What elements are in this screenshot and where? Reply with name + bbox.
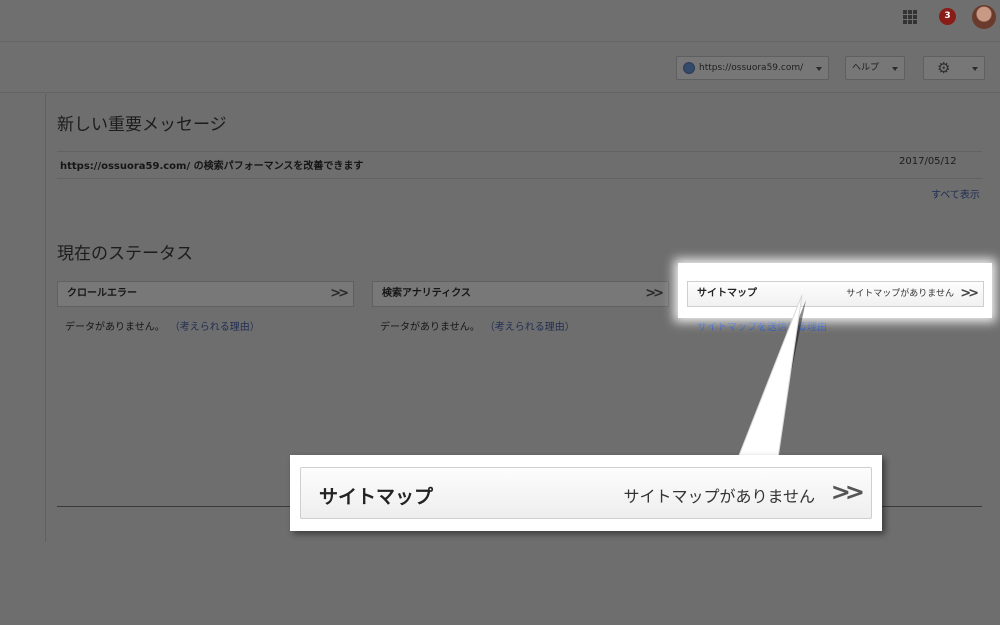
divider <box>45 94 46 542</box>
chevron-down-icon <box>972 67 978 71</box>
message-item-text[interactable]: https://ossuora59.com/ の検索パフォーマンスを改善できます <box>60 157 363 172</box>
no-data-text: データがありません。 <box>380 322 480 333</box>
globe-icon <box>683 62 695 74</box>
submit-sitemap-reason-link[interactable]: サイトマップを送信する理由 <box>697 318 827 333</box>
possible-reasons-link[interactable]: （考えられる理由） <box>490 322 575 333</box>
sitemap-card-zoomed: サイトマップ サイトマップがありません >> <box>300 467 872 519</box>
apps-grid-icon[interactable] <box>903 10 917 24</box>
crawl-errors-card[interactable]: クロールエラー >> <box>57 281 354 307</box>
crawl-errors-no-data: データがありません。 （考えられる理由） <box>65 318 260 333</box>
card-title: サイトマップ <box>697 288 757 299</box>
zoomed-sitemap-status: サイトマップがありません <box>623 487 815 506</box>
site-selector-label: https://ossuora59.com/ <box>699 63 804 73</box>
settings-button[interactable]: ⚙ <box>923 56 985 80</box>
site-selector-button[interactable]: https://ossuora59.com/ <box>676 56 829 80</box>
avatar[interactable] <box>972 5 996 29</box>
search-analytics-card[interactable]: 検索アナリティクス >> <box>372 281 669 307</box>
search-analytics-no-data: データがありません。 （考えられる理由） <box>380 318 575 333</box>
card-title: 検索アナリティクス <box>382 288 471 299</box>
show-all-link[interactable]: すべて表示 <box>931 186 980 201</box>
notification-badge[interactable]: 3 <box>939 8 956 25</box>
no-data-text: データがありません。 <box>65 322 165 333</box>
double-chevron-right-icon: >> <box>830 478 865 506</box>
zoomed-card-title: サイトマップ <box>319 486 434 508</box>
sitemap-status: サイトマップがありません <box>846 289 954 299</box>
double-chevron-right-icon: >> <box>645 286 664 301</box>
message-item-date: 2017/05/12 <box>899 156 957 167</box>
possible-reasons-link[interactable]: （考えられる理由） <box>175 322 260 333</box>
help-label: ヘルプ <box>852 63 880 73</box>
gear-icon: ⚙ <box>937 59 951 77</box>
chevron-down-icon <box>816 67 822 71</box>
help-button[interactable]: ヘルプ <box>845 56 905 80</box>
card-title: クロールエラー <box>67 288 137 299</box>
divider <box>57 178 982 179</box>
double-chevron-right-icon: >> <box>330 286 349 301</box>
status-heading: 現在のステータス <box>57 244 193 264</box>
top-bar <box>0 0 1000 42</box>
chevron-down-icon <box>892 67 898 71</box>
double-chevron-right-icon: >> <box>960 286 979 301</box>
sitemap-card[interactable]: サイトマップ サイトマップがありません >> <box>687 281 984 307</box>
divider <box>57 151 982 152</box>
messages-heading: 新しい重要メッセージ <box>57 115 227 135</box>
